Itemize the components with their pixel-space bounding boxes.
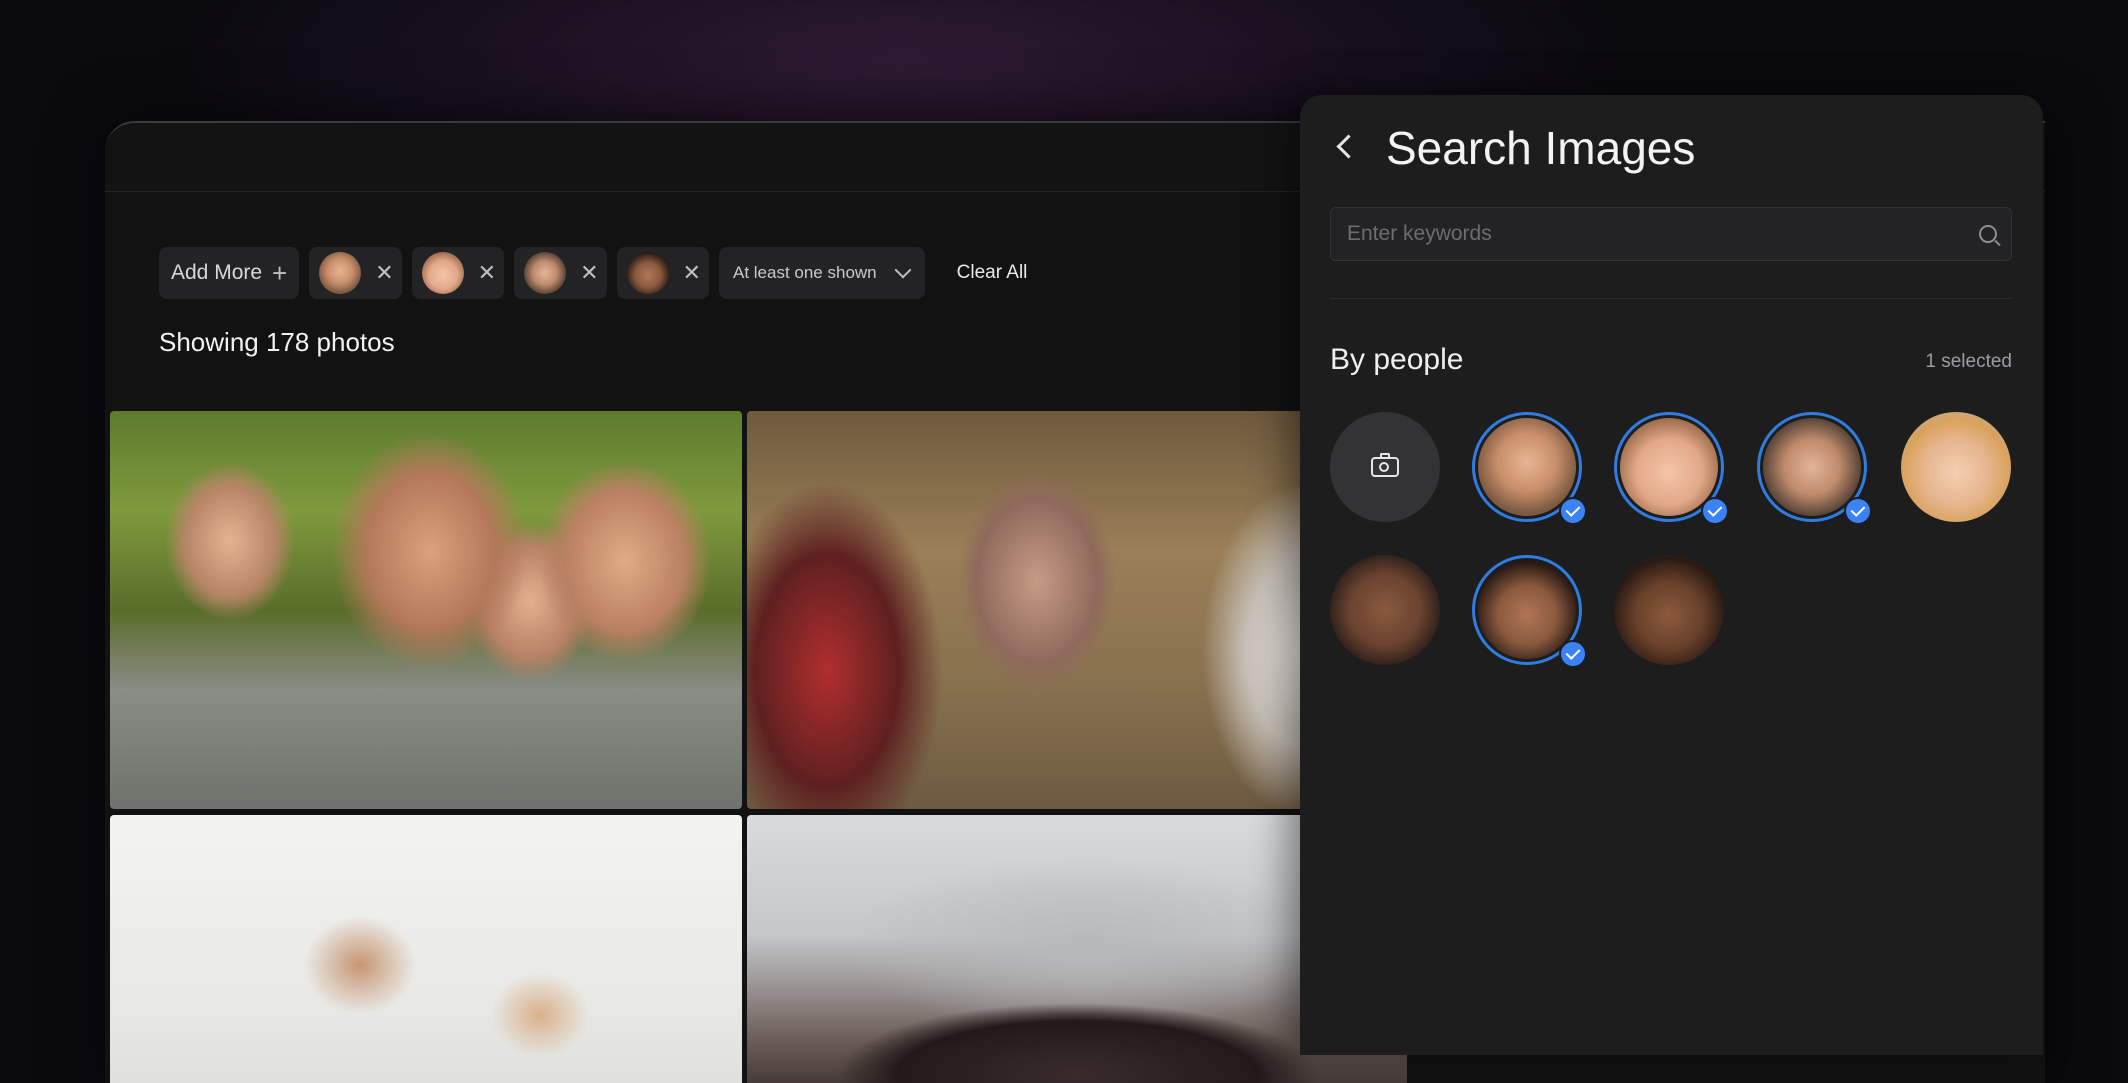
person-avatar	[524, 252, 567, 294]
clear-all-button[interactable]: Clear All	[957, 262, 1028, 284]
person-face[interactable]	[1614, 555, 1724, 665]
close-icon[interactable]: ✕	[478, 262, 496, 284]
search-images-panel: Search Images By people 1 selected	[1300, 95, 2043, 1055]
match-mode-value: At least one shown	[732, 263, 877, 282]
close-icon[interactable]: ✕	[683, 262, 701, 284]
person-face[interactable]	[1901, 412, 2011, 522]
match-mode-select[interactable]: At least one shown	[718, 247, 925, 299]
person-avatar	[319, 252, 362, 294]
person-avatar	[626, 252, 669, 294]
panel-title: Search Images	[1386, 122, 1696, 174]
person-face-selected[interactable]	[1472, 412, 1587, 525]
results-count: Showing 178 photos	[159, 327, 395, 357]
person-filter-chip: ✕	[514, 247, 607, 299]
plus-icon: +	[272, 258, 288, 288]
person-avatar	[421, 252, 464, 294]
photo-thumbnail[interactable]	[110, 411, 742, 809]
person-face[interactable]	[1330, 555, 1440, 665]
face-image	[1330, 555, 1440, 665]
face-image	[1901, 412, 2011, 522]
divider	[1330, 298, 2012, 299]
selected-count: 1 selected	[1925, 351, 2012, 372]
checkmark-icon	[1559, 640, 1587, 668]
close-icon[interactable]: ✕	[580, 262, 598, 284]
filter-bar: Add More + ✕ ✕ ✕ ✕ At least one shown Cl…	[159, 247, 1027, 299]
chevron-down-icon	[894, 261, 912, 279]
add-more-label: Add More	[171, 261, 263, 284]
search-field	[1330, 207, 2012, 261]
face-image	[1614, 555, 1724, 665]
search-input[interactable]	[1345, 221, 1979, 247]
section-title: By people	[1330, 343, 1464, 376]
person-filter-chip: ✕	[309, 247, 402, 299]
search-icon[interactable]	[1979, 225, 1997, 243]
close-icon[interactable]: ✕	[375, 262, 393, 284]
person-face-selected[interactable]	[1472, 555, 1587, 668]
add-more-button[interactable]: Add More +	[159, 247, 300, 299]
upload-photo-button[interactable]	[1330, 412, 1440, 522]
checkmark-icon	[1844, 497, 1872, 525]
photo-thumbnail[interactable]	[110, 815, 742, 1083]
camera-icon	[1371, 453, 1399, 477]
person-filter-chip: ✕	[411, 247, 505, 299]
person-filter-chip: ✕	[616, 247, 709, 299]
back-arrow-icon[interactable]	[1334, 135, 1356, 157]
person-face-selected[interactable]	[1614, 412, 1729, 525]
checkmark-icon	[1701, 497, 1729, 525]
checkmark-icon	[1559, 497, 1587, 525]
person-face-selected[interactable]	[1757, 412, 1872, 525]
